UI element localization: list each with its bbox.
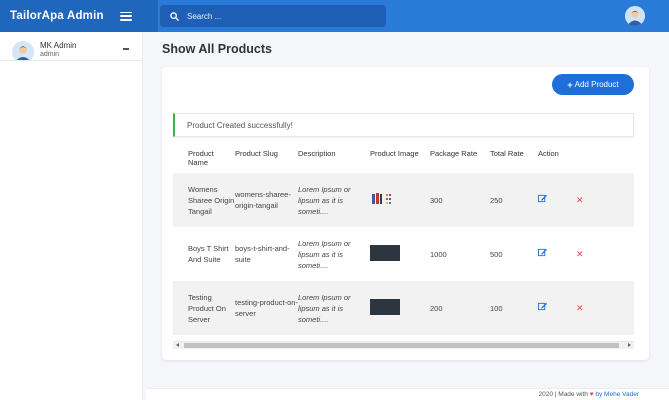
sidebar: MK Admin admin [0,32,143,400]
cell-product-slug: womens-sharee-origin-tangail [235,173,298,227]
delete-icon[interactable]: ✕ [576,303,584,314]
cell-product-name: Boys T Shirt And Suite [188,244,229,264]
search-icon [170,11,179,21]
col-header-product-name: Product Name [188,149,214,167]
table-row: Womens Sharee Origin Tangail womens-shar… [173,173,634,227]
cell-package-rate: 300 [430,173,490,227]
add-product-label: Add Product [574,80,619,89]
cell-total-rate: 100 [490,281,538,335]
success-alert: Product Created successfully! [173,113,634,137]
col-header-product-slug: Product Slug [235,149,278,158]
cell-edit [538,281,576,335]
footer-author-link[interactable]: by Mehe Vader [595,391,639,398]
sidebar-user-panel[interactable]: MK Admin admin [0,32,142,61]
footer-text: 2020 | Made with [538,391,588,398]
col-header-blank [576,145,634,173]
sidebar-avatar [12,41,34,60]
cell-product-name: Testing Product On Server [173,281,235,335]
cell-product-slug: testing-product-on-server [235,281,298,335]
scroll-left-icon[interactable] [176,343,179,347]
cell-product-image [370,281,430,335]
edit-icon[interactable] [538,302,547,311]
table-row: Boys T Shirt And Suite boys-t-shirt-and-… [173,227,634,281]
plus-icon: + [567,79,573,90]
col-header-product-image: Product Image [370,149,419,158]
heart-icon: ♥ [589,391,594,398]
product-thumbnail[interactable] [370,298,400,315]
cell-package-rate: 200 [430,281,490,335]
cell-product-name: Womens Sharee Origin Tangail [173,173,235,227]
user-avatar[interactable] [625,6,645,26]
cell-edit [538,227,576,281]
delete-icon[interactable]: ✕ [576,249,584,260]
brand-area: TailorApa Admin [0,0,158,32]
edit-icon[interactable] [538,248,547,257]
alert-text: Product Created successfully! [187,120,293,130]
cell-description: Lorem Ipsum or lipsum as it is someti...… [298,238,351,270]
delete-icon[interactable]: ✕ [576,195,584,206]
table-row: Testing Product On Server testing-produc… [173,281,634,335]
add-product-button[interactable]: + Add Product [552,74,634,95]
col-header-package-rate: Package Rate [430,149,478,158]
cell-product-image [370,173,430,227]
search-input[interactable] [187,11,367,21]
collapse-icon[interactable] [123,48,129,50]
top-navbar: TailorApa Admin [0,0,669,32]
cell-package-rate: 1000 [430,249,447,259]
table-header-row: Product Name Product Slug Description Pr… [173,145,634,173]
cell-edit [538,173,576,227]
product-thumbnail[interactable] [370,244,400,261]
products-table: Product Name Product Slug Description Pr… [173,145,634,335]
scrollbar-thumb[interactable] [184,343,619,348]
sidebar-user-name: MK Admin [40,41,77,50]
col-header-description: Description [298,149,336,158]
cell-total-rate: 250 [490,173,538,227]
edit-icon[interactable] [538,194,547,203]
cell-description: Lorem Ipsum or lipsum as it is someti...… [298,173,370,227]
brand-title[interactable]: TailorApa Admin [10,10,104,22]
cell-delete: ✕ [576,281,634,335]
page-title: Show All Products [162,42,272,56]
products-table-wrapper: Product Name Product Slug Description Pr… [173,145,634,335]
menu-toggle-icon[interactable] [120,11,132,21]
col-header-total-rate: Total Rate [490,149,524,158]
products-card: + Add Product Product Created successful… [162,67,649,360]
footer: 2020 | Made with ♥ by Mehe Vader [146,388,669,400]
cell-delete: ✕ [576,227,634,281]
cell-delete: ✕ [576,173,634,227]
product-thumbnail[interactable] [370,191,400,207]
col-header-action: Action [538,149,559,158]
scroll-right-icon[interactable] [628,343,631,347]
horizontal-scrollbar[interactable] [173,341,634,349]
cell-total-rate: 500 [490,249,503,259]
cell-product-slug: boys-t-shirt-and-suite [235,244,290,264]
search-bar [160,5,386,27]
sidebar-user-role: admin [40,51,60,58]
cell-product-image [370,227,430,281]
cell-description: Lorem Ipsum or lipsum as it is someti...… [298,281,370,335]
